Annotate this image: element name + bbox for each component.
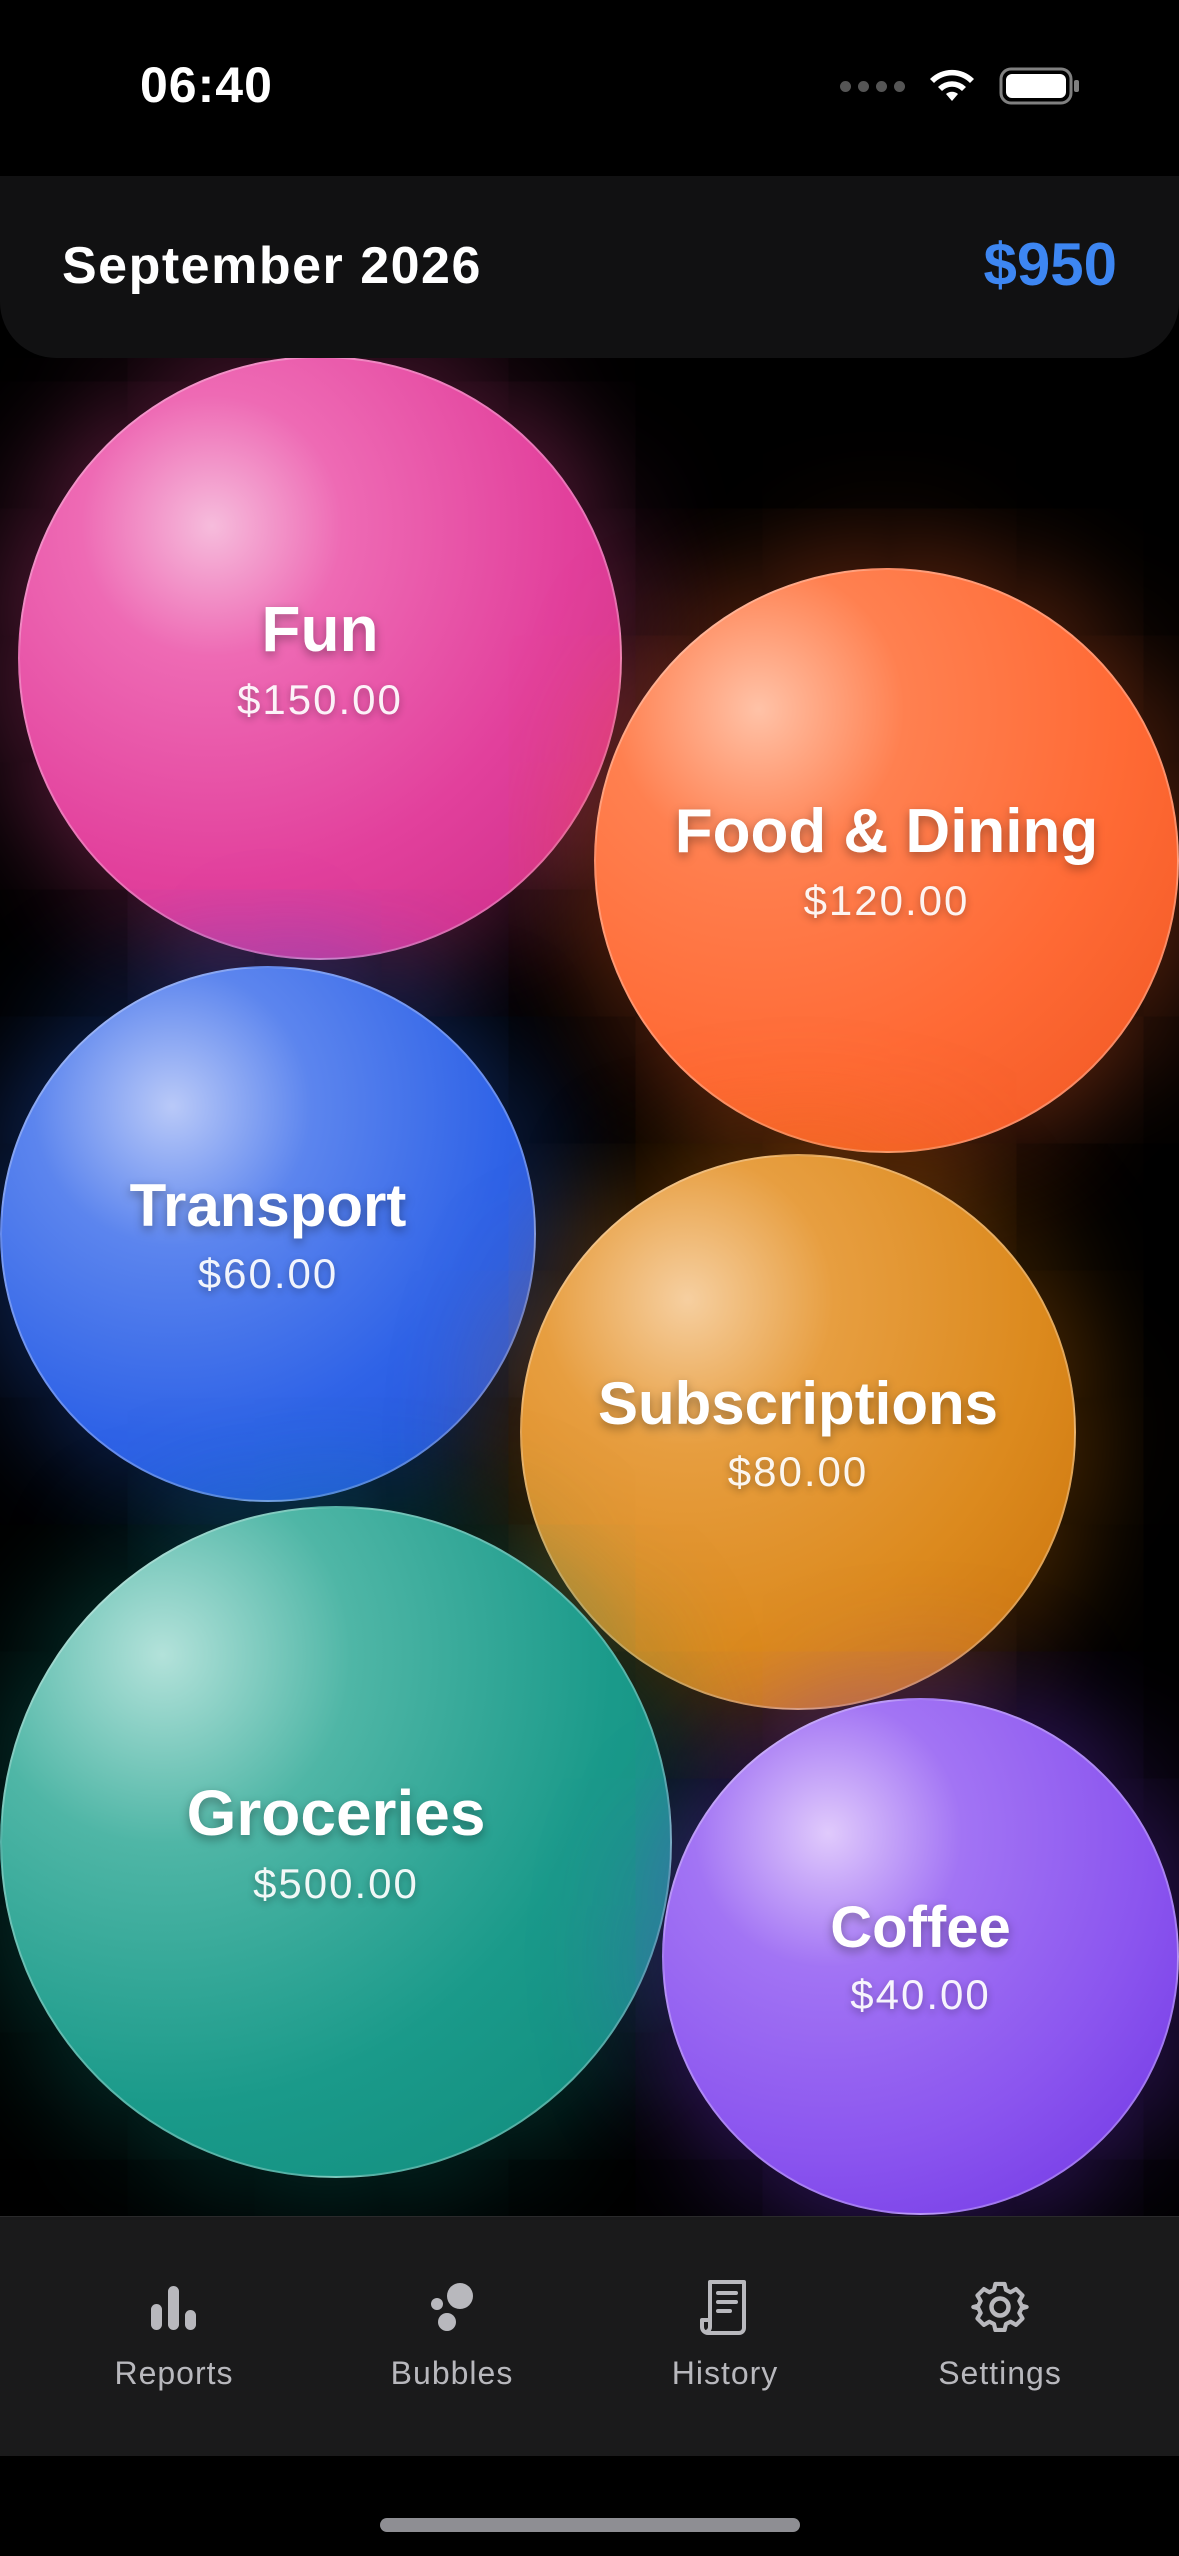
bubble-amount: $120.00 bbox=[803, 877, 970, 924]
tab-bubbles[interactable]: Bubbles bbox=[352, 2277, 552, 2392]
bubble-amount: $80.00 bbox=[727, 1447, 869, 1495]
tab-label: Bubbles bbox=[390, 2355, 514, 2391]
status-time: 06:40 bbox=[140, 57, 273, 113]
bubble-name: Fun bbox=[261, 593, 379, 665]
bubbles-icon bbox=[422, 2277, 482, 2337]
category-bubble-fun[interactable]: Fun $150.00 bbox=[18, 358, 622, 960]
status-bar: 06:40 bbox=[0, 0, 1179, 176]
bubble-name: Food & Dining bbox=[674, 797, 1099, 866]
wifi-icon bbox=[930, 69, 974, 101]
category-bubble-groceries[interactable]: Groceries $500.00 bbox=[0, 1506, 672, 2178]
tab-label: Reports bbox=[114, 2355, 234, 2391]
status-icons bbox=[840, 66, 1081, 106]
tab-label: Settings bbox=[938, 2355, 1062, 2391]
battery-icon bbox=[999, 67, 1079, 105]
bubble-name: Coffee bbox=[830, 1895, 1011, 1960]
category-bubble-coffee[interactable]: Coffee $40.00 bbox=[662, 1698, 1179, 2215]
category-bubble-food-dining[interactable]: Food & Dining $120.00 bbox=[594, 568, 1179, 1153]
tab-label: History bbox=[671, 2355, 779, 2391]
cellular-signal-icon bbox=[840, 80, 905, 92]
bubble-name: Groceries bbox=[186, 1777, 486, 1849]
home-area bbox=[0, 2456, 1179, 2556]
category-bubble-subscriptions[interactable]: Subscriptions $80.00 bbox=[520, 1154, 1076, 1710]
bubble-amount: $150.00 bbox=[237, 676, 403, 723]
tab-history[interactable]: History bbox=[625, 2277, 825, 2392]
gear-icon bbox=[970, 2277, 1030, 2337]
category-bubble-transport[interactable]: Transport $60.00 bbox=[0, 966, 536, 1502]
bubble-amount: $40.00 bbox=[850, 1971, 991, 2018]
month-header: September 2026 $950 bbox=[0, 176, 1179, 358]
bubble-amount: $60.00 bbox=[197, 1249, 339, 1297]
bubble-amount: $500.00 bbox=[253, 1860, 419, 1907]
month-title[interactable]: September 2026 bbox=[62, 236, 482, 296]
receipt-icon bbox=[695, 2277, 755, 2337]
budget-total: $950 bbox=[983, 231, 1117, 298]
bar-chart-icon bbox=[144, 2277, 204, 2337]
bubble-area: Fun $150.00 Food & Dining $120.00 Transp… bbox=[0, 358, 1179, 2216]
tab-bar: Reports Bubbles History Settings bbox=[0, 2216, 1179, 2457]
home-indicator[interactable] bbox=[380, 2518, 800, 2532]
bubble-name: Subscriptions bbox=[597, 1369, 999, 1437]
tab-settings[interactable]: Settings bbox=[900, 2277, 1100, 2392]
bubble-name: Transport bbox=[129, 1171, 407, 1239]
tab-reports[interactable]: Reports bbox=[74, 2277, 274, 2392]
